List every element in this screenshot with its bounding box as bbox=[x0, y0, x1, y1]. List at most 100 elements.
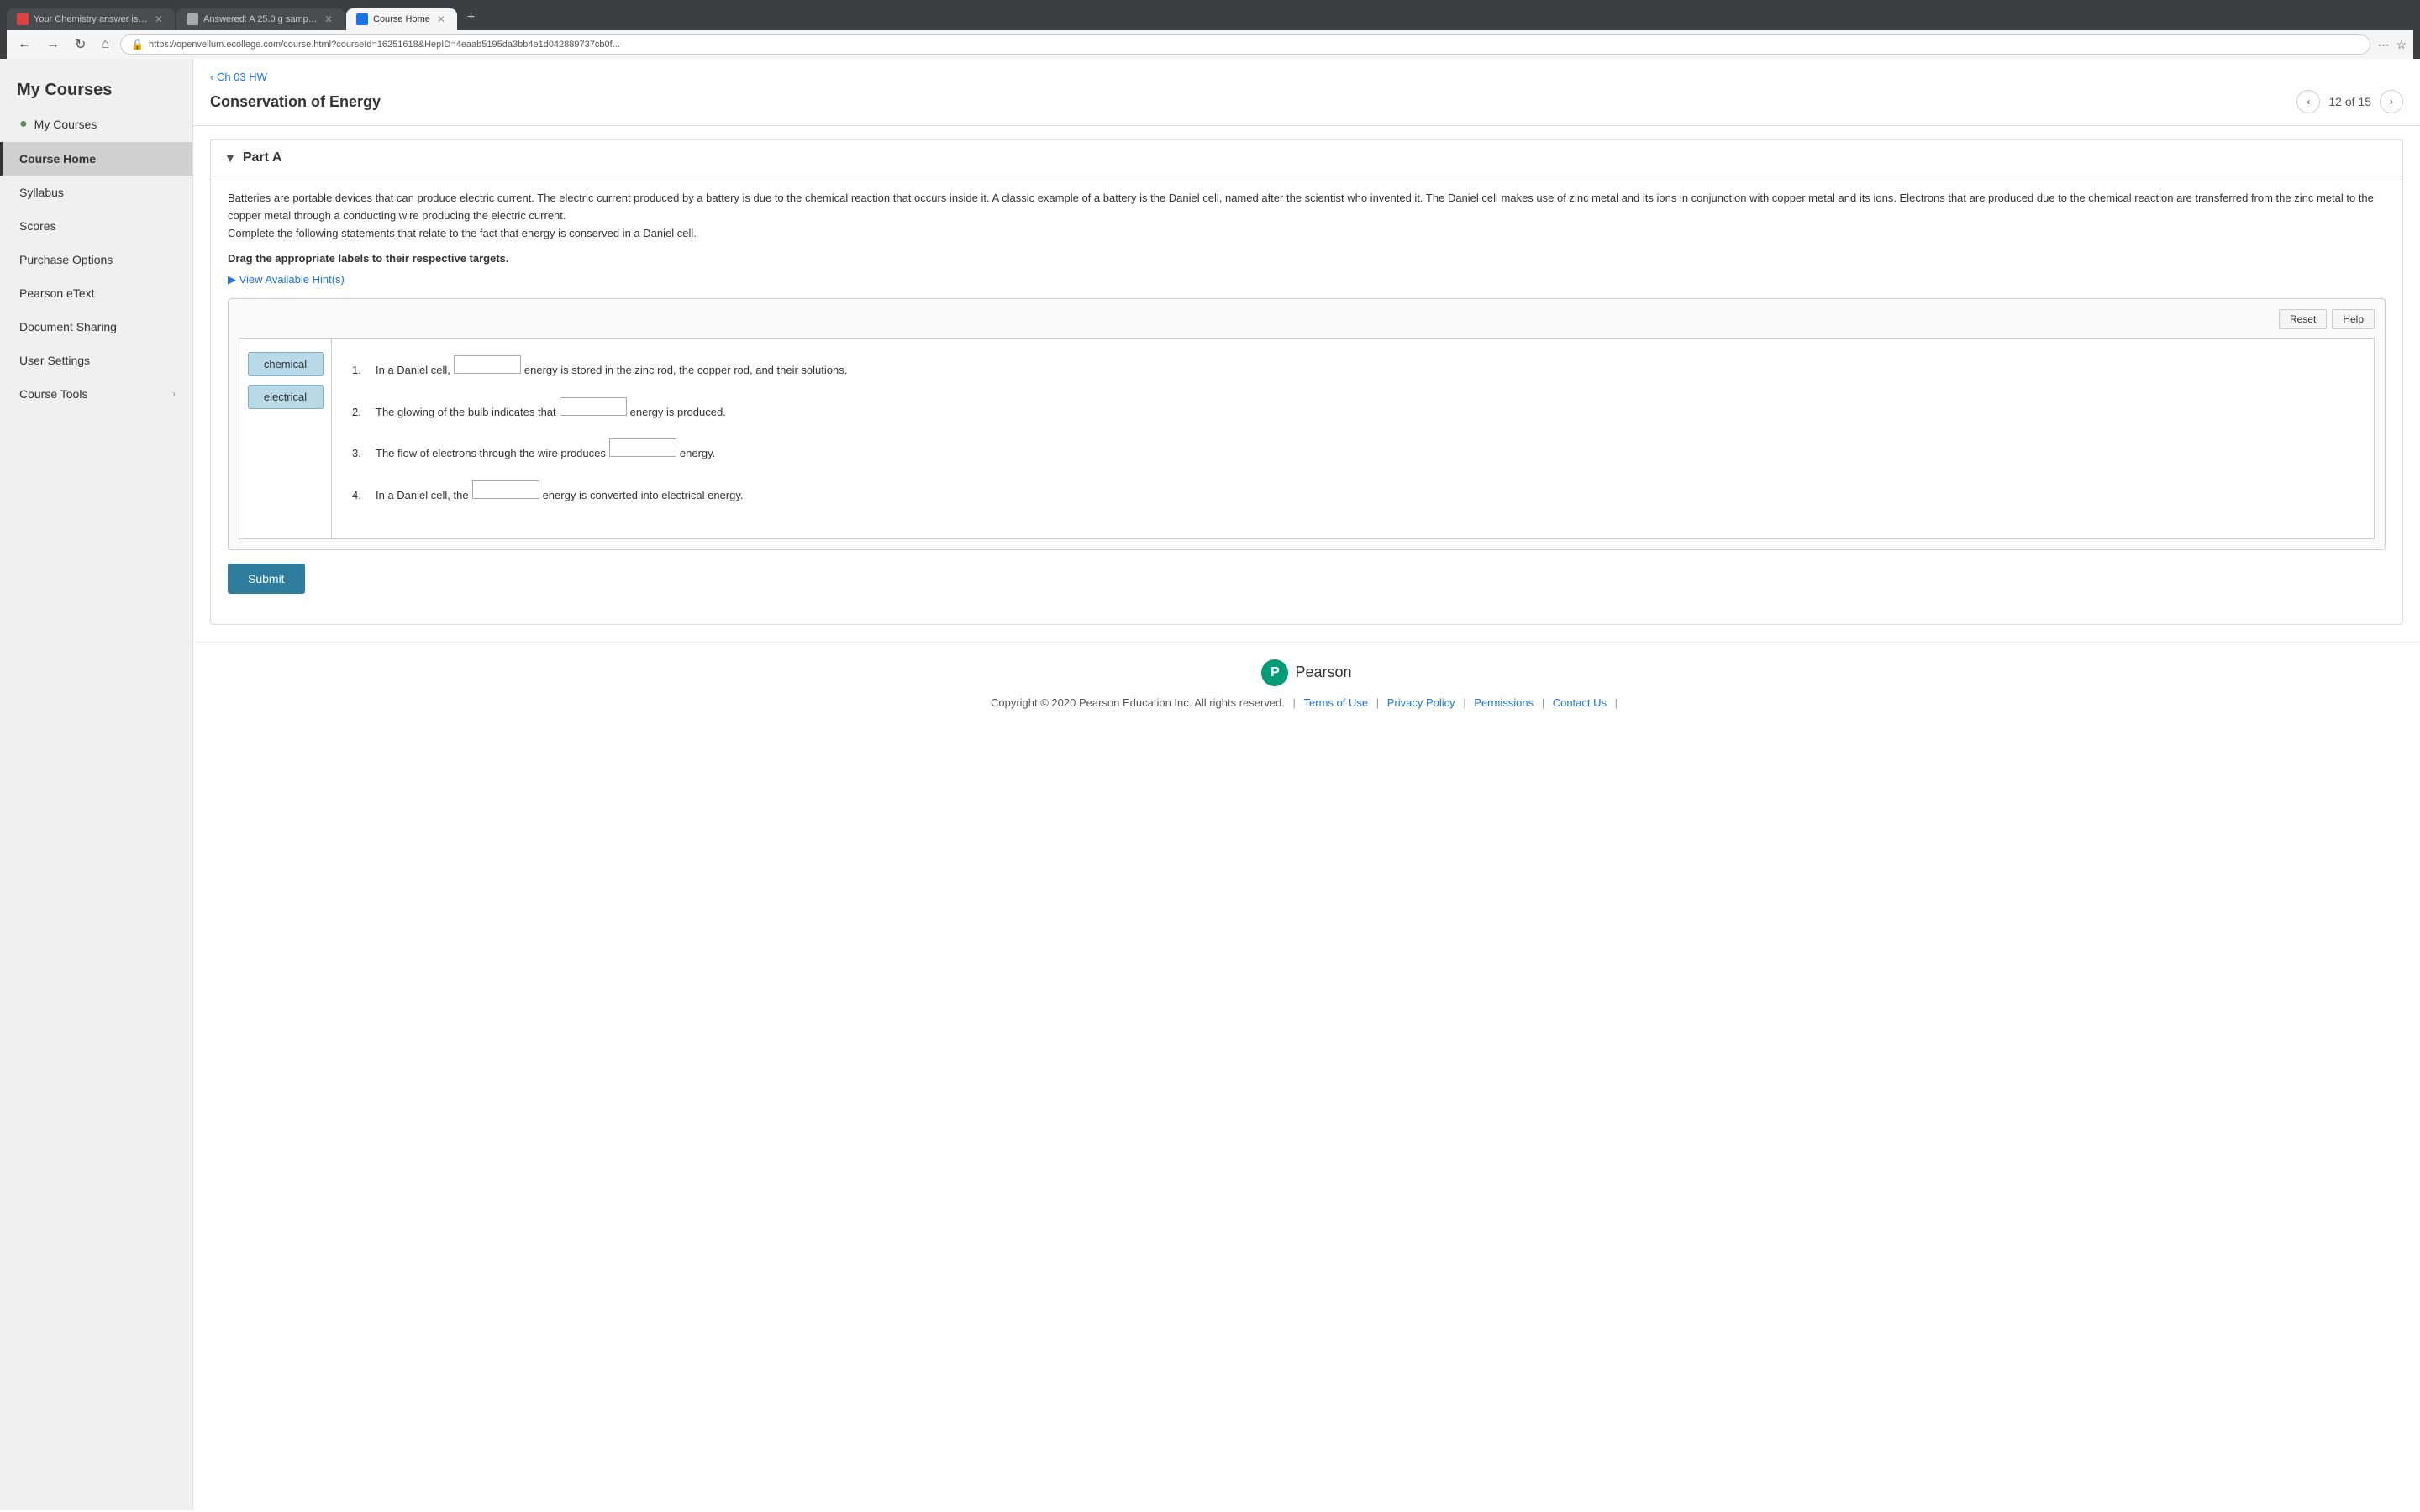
drag-drop-toolbar: Reset Help bbox=[239, 309, 2375, 329]
footer-copyright: Copyright © 2020 Pearson Education Inc. … bbox=[991, 696, 1285, 709]
my-courses-icon: ● bbox=[19, 117, 28, 132]
drag-label-electrical[interactable]: electrical bbox=[248, 385, 324, 409]
sidebar-item-course-tools[interactable]: Course Tools › bbox=[0, 377, 192, 411]
q3-drop-target[interactable] bbox=[609, 438, 676, 457]
part-title: Part A bbox=[243, 150, 282, 165]
sidebar-item-purchase-options-label: Purchase Options bbox=[19, 253, 113, 266]
page-layout: My Courses ● My Courses Course Home Syll… bbox=[0, 59, 2420, 1510]
prev-page-button[interactable]: ‹ bbox=[2296, 90, 2320, 113]
question-3: 3. The flow of electrons through the wir… bbox=[352, 438, 2354, 463]
q1-after: energy is stored in the zinc rod, the co… bbox=[524, 360, 847, 380]
sidebar-item-syllabus-label: Syllabus bbox=[19, 186, 64, 199]
help-button[interactable]: Help bbox=[2332, 309, 2375, 329]
tab-course-home-title: Course Home bbox=[373, 14, 430, 24]
sidebar-item-document-sharing-label: Document Sharing bbox=[19, 320, 117, 333]
question-1: 1. In a Daniel cell, energy is stored in… bbox=[352, 355, 2354, 380]
pearson-logo-icon: P bbox=[1261, 659, 1288, 686]
sidebar-item-pearson-etext[interactable]: Pearson eText bbox=[0, 276, 192, 310]
next-page-button[interactable]: › bbox=[2380, 90, 2403, 113]
pearson-logo: P Pearson bbox=[210, 659, 2403, 686]
footer-contact-link[interactable]: Contact Us bbox=[1553, 696, 1607, 709]
page-footer: P Pearson Copyright © 2020 Pearson Educa… bbox=[193, 642, 2420, 726]
footer-sep-1: | bbox=[1293, 696, 1299, 709]
q4-text: In a Daniel cell, the energy is converte… bbox=[376, 480, 744, 505]
tab-course-home[interactable]: Course Home ✕ bbox=[346, 8, 457, 30]
url-text: https://openvellum.ecollege.com/course.h… bbox=[149, 39, 2360, 50]
part-description: Batteries are portable devices that can … bbox=[228, 190, 2386, 242]
sidebar-item-my-courses-label: My Courses bbox=[34, 118, 97, 131]
footer-permissions-link[interactable]: Permissions bbox=[1474, 696, 1534, 709]
question-2: 2. The glowing of the bulb indicates tha… bbox=[352, 397, 2354, 422]
q4-after: energy is converted into electrical ener… bbox=[543, 486, 744, 505]
q4-drop-target[interactable] bbox=[472, 480, 539, 499]
back-button[interactable]: ← bbox=[13, 35, 35, 54]
tab-answered[interactable]: Answered: A 25.0 g sample of m... ✕ bbox=[176, 8, 345, 30]
sidebar-item-scores[interactable]: Scores bbox=[0, 209, 192, 243]
reset-button[interactable]: Reset bbox=[2279, 309, 2327, 329]
q1-drop-target[interactable] bbox=[454, 355, 521, 374]
browser-chrome: Your Chemistry answer is ready ✕ Answere… bbox=[0, 0, 2420, 59]
sidebar-item-course-home[interactable]: Course Home bbox=[0, 142, 192, 176]
sidebar-item-course-tools-label: Course Tools bbox=[19, 387, 87, 401]
pagination-label: 12 of 15 bbox=[2328, 95, 2371, 108]
tab-bar: Your Chemistry answer is ready ✕ Answere… bbox=[7, 5, 2413, 30]
q1-num: 1. bbox=[352, 364, 369, 376]
q3-after: energy. bbox=[680, 444, 715, 463]
drag-drop-container: Reset Help chemical electrical 1. bbox=[228, 298, 2386, 550]
q3-before: The flow of electrons through the wire p… bbox=[376, 444, 606, 463]
sidebar-item-course-home-label: Course Home bbox=[19, 152, 96, 165]
tab-answered-close[interactable]: ✕ bbox=[323, 13, 334, 25]
more-button[interactable]: ⋯ bbox=[2377, 38, 2389, 52]
q4-num: 4. bbox=[352, 489, 369, 501]
footer-sep-2: | bbox=[1376, 696, 1382, 709]
tab-gmail[interactable]: Your Chemistry answer is ready ✕ bbox=[7, 8, 175, 30]
part-section: ▼ Part A Batteries are portable devices … bbox=[210, 139, 2403, 625]
q2-drop-target[interactable] bbox=[560, 397, 627, 416]
q2-before: The glowing of the bulb indicates that bbox=[376, 402, 556, 422]
pagination: ‹ 12 of 15 › bbox=[2296, 90, 2403, 113]
forward-button[interactable]: → bbox=[42, 35, 64, 54]
page-title: Conservation of Energy bbox=[210, 93, 381, 111]
sidebar-item-my-courses[interactable]: ● My Courses bbox=[0, 107, 192, 142]
q1-before: In a Daniel cell, bbox=[376, 360, 450, 380]
address-bar[interactable]: 🔒 https://openvellum.ecollege.com/course… bbox=[120, 34, 2370, 55]
drag-label-chemical[interactable]: chemical bbox=[248, 352, 324, 376]
question-4: 4. In a Daniel cell, the energy is conve… bbox=[352, 480, 2354, 505]
q4-before: In a Daniel cell, the bbox=[376, 486, 469, 505]
browser-actions: ⋯ ☆ bbox=[2377, 38, 2407, 52]
sidebar-item-syllabus[interactable]: Syllabus bbox=[0, 176, 192, 209]
sidebar-item-user-settings[interactable]: User Settings bbox=[0, 344, 192, 377]
bookmark-button[interactable]: ☆ bbox=[2396, 38, 2407, 52]
sidebar-item-document-sharing[interactable]: Document Sharing bbox=[0, 310, 192, 344]
pearson-logo-text: Pearson bbox=[1295, 664, 1351, 681]
footer-links: Copyright © 2020 Pearson Education Inc. … bbox=[210, 696, 2403, 709]
hint-link[interactable]: ▶ View Available Hint(s) bbox=[228, 273, 2386, 286]
tab-course-home-close[interactable]: ✕ bbox=[435, 13, 447, 25]
sidebar-item-user-settings-label: User Settings bbox=[19, 354, 90, 367]
new-tab-button[interactable]: + bbox=[459, 5, 483, 30]
main-content: ‹ Ch 03 HW Conservation of Energy ‹ 12 o… bbox=[193, 59, 2420, 1510]
breadcrumb[interactable]: ‹ Ch 03 HW bbox=[210, 71, 2403, 83]
submit-button[interactable]: Submit bbox=[228, 564, 305, 594]
home-button[interactable]: ⌂ bbox=[97, 35, 113, 54]
footer-sep-5: | bbox=[1615, 696, 1618, 709]
tab-gmail-close[interactable]: ✕ bbox=[153, 13, 165, 25]
footer-sep-3: | bbox=[1463, 696, 1469, 709]
drag-instruction: Drag the appropriate labels to their res… bbox=[228, 252, 2386, 265]
q3-text: The flow of electrons through the wire p… bbox=[376, 438, 715, 463]
q2-text: The glowing of the bulb indicates that e… bbox=[376, 397, 726, 422]
sidebar-item-pearson-etext-label: Pearson eText bbox=[19, 286, 95, 300]
q3-num: 3. bbox=[352, 447, 369, 459]
q2-after: energy is produced. bbox=[630, 402, 726, 422]
content-header: ‹ Ch 03 HW Conservation of Energy ‹ 12 o… bbox=[193, 59, 2420, 126]
part-header[interactable]: ▼ Part A bbox=[211, 140, 2402, 176]
labels-panel: chemical electrical bbox=[239, 339, 332, 538]
sidebar: My Courses ● My Courses Course Home Syll… bbox=[0, 59, 193, 1510]
reload-button[interactable]: ↻ bbox=[71, 34, 90, 55]
part-collapse-icon: ▼ bbox=[224, 151, 236, 165]
footer-terms-link[interactable]: Terms of Use bbox=[1304, 696, 1369, 709]
footer-privacy-link[interactable]: Privacy Policy bbox=[1387, 696, 1455, 709]
drag-drop-inner: chemical electrical 1. In a Daniel cell,… bbox=[239, 338, 2375, 539]
footer-sep-4: | bbox=[1542, 696, 1548, 709]
sidebar-item-purchase-options[interactable]: Purchase Options bbox=[0, 243, 192, 276]
